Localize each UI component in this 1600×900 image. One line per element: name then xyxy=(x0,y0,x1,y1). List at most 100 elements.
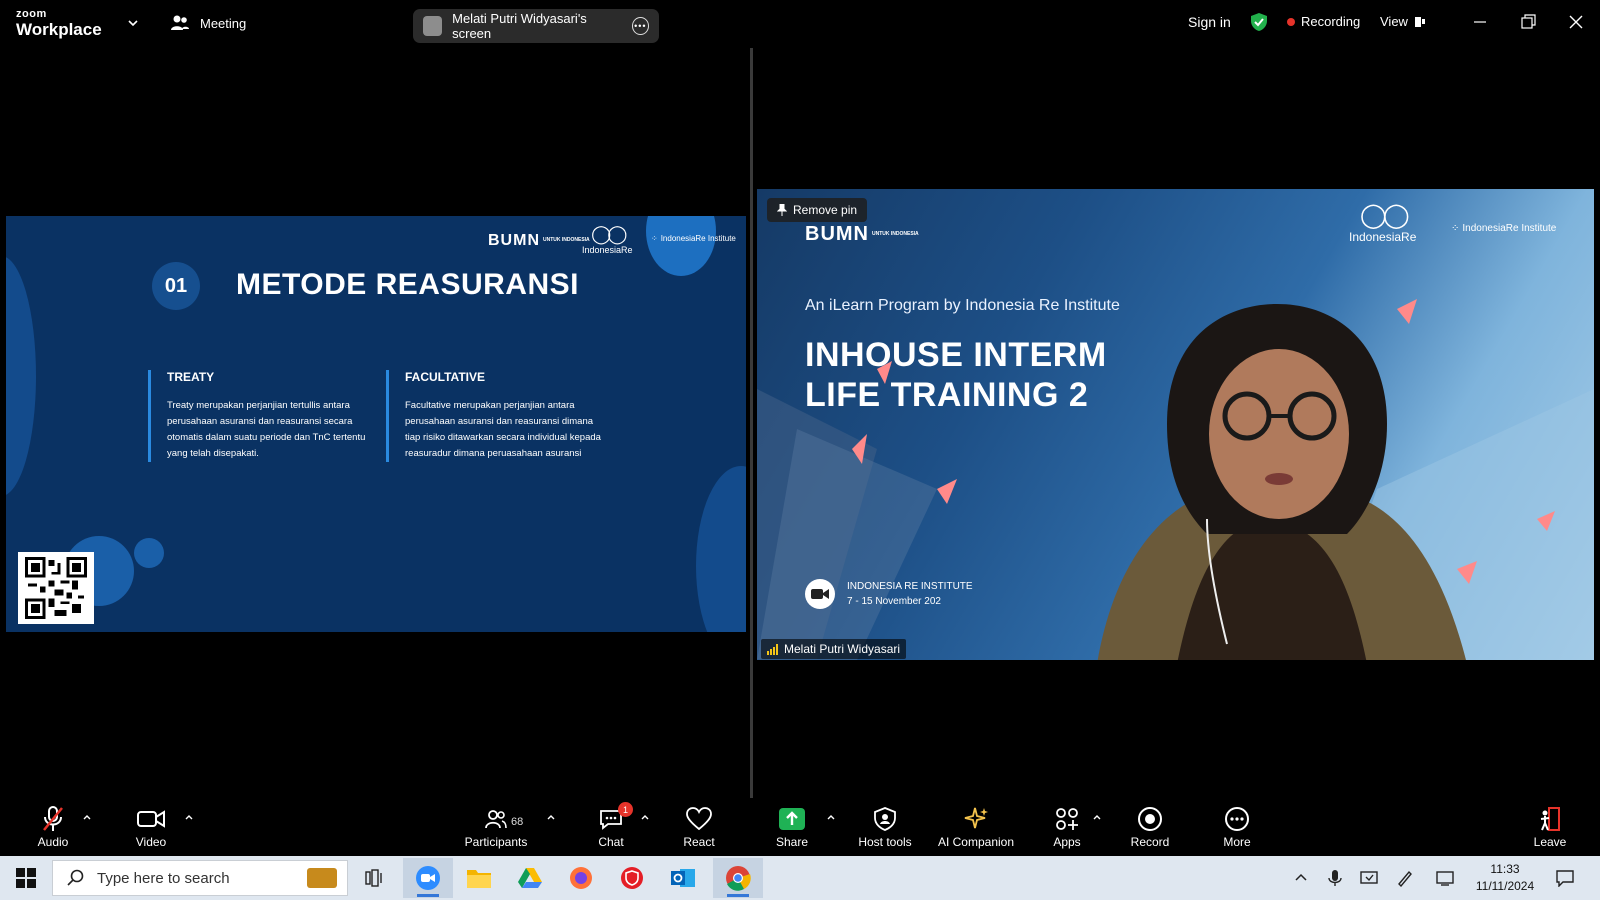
ai-companion-button[interactable]: AI Companion xyxy=(926,804,1026,849)
zoom-logo: zoom Workplace xyxy=(16,8,102,39)
taskbar-clock[interactable]: 11:33 11/11/2024 xyxy=(1465,861,1545,895)
sparkle-icon xyxy=(964,807,988,829)
outlook-icon[interactable] xyxy=(668,864,698,892)
clock-date: 11/11/2024 xyxy=(1475,879,1535,893)
chat-button[interactable]: 1 Chat xyxy=(566,802,656,849)
share-button[interactable]: Share xyxy=(747,804,837,849)
view-grid-icon xyxy=(1414,16,1425,27)
chat-unread-badge: 1 xyxy=(618,802,633,817)
video-institute-logo-text: IndonesiaRe Institute xyxy=(1462,223,1557,234)
more-button[interactable]: More xyxy=(1192,804,1282,849)
security-shield-icon[interactable] xyxy=(1250,12,1268,32)
notifications-icon[interactable] xyxy=(1556,869,1574,887)
task-view-icon[interactable] xyxy=(360,864,390,892)
tray-network-icon[interactable] xyxy=(1436,869,1454,887)
briefcase-icon xyxy=(307,868,337,888)
chevron-down-icon[interactable] xyxy=(126,16,140,30)
participants-icon xyxy=(485,810,507,829)
meeting-info-button[interactable]: Meeting xyxy=(170,14,246,32)
close-icon[interactable] xyxy=(1566,12,1586,32)
tray-pen-icon[interactable] xyxy=(1396,869,1414,887)
slide-title: METODE REASURANSI xyxy=(236,268,579,301)
participants-button[interactable]: 68 Participants xyxy=(451,804,541,849)
video-camera-icon xyxy=(137,810,165,828)
indonesiare-logo-text: IndonesiaRe xyxy=(582,245,633,255)
record-label: Record xyxy=(1130,835,1170,849)
video-indonesiare-rings-icon: ◯◯ xyxy=(1359,202,1410,229)
remove-pin-label: Remove pin xyxy=(793,203,858,217)
title-bar: zoom Workplace Meeting Melati Putri Widy… xyxy=(0,0,1600,48)
google-drive-icon[interactable] xyxy=(515,864,545,892)
audio-options-chevron-icon[interactable] xyxy=(82,812,92,822)
taskbar-search-input[interactable]: Type here to search xyxy=(52,860,348,896)
record-icon xyxy=(1138,807,1162,831)
restore-icon[interactable] xyxy=(1518,12,1538,32)
chrome-icon[interactable] xyxy=(713,858,763,898)
host-tools-button[interactable]: Host tools xyxy=(840,804,930,849)
sign-in-button[interactable]: Sign in xyxy=(1188,14,1231,30)
facultative-text: Facultative merupakan perjanjian antara … xyxy=(405,400,601,459)
bumn-logo-text: BUMN xyxy=(488,232,540,249)
host-shield-icon xyxy=(874,807,896,831)
video-button[interactable]: Video xyxy=(106,804,196,849)
meeting-label: Meeting xyxy=(200,15,247,31)
remove-pin-button[interactable]: Remove pin xyxy=(767,198,868,222)
video-options-chevron-icon[interactable] xyxy=(184,812,194,822)
facultative-column: FACULTATIVE Facultative merupakan perjan… xyxy=(386,370,601,462)
share-options-chevron-icon[interactable] xyxy=(826,812,836,822)
chevron-up-icon[interactable] xyxy=(1292,869,1310,887)
meeting-people-icon xyxy=(171,15,189,30)
leave-button[interactable]: Leave xyxy=(1505,804,1595,849)
file-explorer-icon[interactable] xyxy=(464,864,494,892)
host-tools-label: Host tools xyxy=(858,835,912,849)
chat-options-chevron-icon[interactable] xyxy=(640,812,650,822)
heart-icon xyxy=(686,807,712,831)
participants-options-chevron-icon[interactable] xyxy=(546,812,556,822)
screen-share-label: Melati Putri Widyasari's screen xyxy=(452,11,587,41)
more-label: More xyxy=(1223,835,1251,849)
participants-label: Participants xyxy=(464,835,528,849)
tray-microphone-icon[interactable] xyxy=(1326,869,1344,887)
more-options-icon[interactable]: ••• xyxy=(631,17,649,35)
react-button[interactable]: React xyxy=(654,804,744,849)
view-button[interactable]: View xyxy=(1380,14,1426,29)
video-indonesiare-logo: ◯◯ IndonesiaRe xyxy=(1349,201,1416,244)
video-label: Video xyxy=(135,835,167,849)
video-institute-info: INDONESIA RE INSTITUTE 7 - 15 November 2… xyxy=(805,579,973,609)
apps-button[interactable]: Apps xyxy=(1022,804,1112,849)
institute-logo-text: IndonesiaRe Institute xyxy=(660,234,736,243)
decor-shape xyxy=(134,538,164,568)
windows-start-icon[interactable] xyxy=(16,868,36,888)
pinned-participant-video[interactable]: Remove pin BUMN UNTUK INDONESIA ◯◯ Indone… xyxy=(757,189,1594,660)
meeting-toolbar: Audio Video 68 Participants 1 Chat React… xyxy=(0,798,1600,856)
zoom-app-icon[interactable] xyxy=(403,858,453,898)
record-button[interactable]: Record xyxy=(1105,804,1195,849)
shared-screen-slide: BUMN UNTUK INDONESIA ◯◯ IndonesiaRe ⁘ Ind… xyxy=(6,216,746,632)
recording-dot-icon xyxy=(1287,17,1295,26)
slide-number: 01 xyxy=(152,262,200,310)
apps-options-chevron-icon[interactable] xyxy=(1092,812,1102,822)
microphone-muted-icon xyxy=(43,806,63,831)
security-app-icon[interactable] xyxy=(617,864,647,892)
recording-indicator[interactable]: Recording xyxy=(1287,14,1360,29)
institute-logo: ⁘ IndonesiaRe Institute xyxy=(651,234,736,243)
tray-display-icon[interactable] xyxy=(1360,869,1378,887)
gallery-divider[interactable] xyxy=(750,48,753,798)
institute-name: INDONESIA RE INSTITUTE xyxy=(847,581,973,592)
brand-top: zoom xyxy=(16,8,47,20)
participants-count: 68 xyxy=(511,816,524,828)
more-icon xyxy=(1225,807,1249,831)
qr-code xyxy=(18,552,94,624)
camera-icon xyxy=(805,579,835,609)
firefox-icon[interactable] xyxy=(566,864,596,892)
connection-signal-icon xyxy=(767,643,778,655)
leave-door-icon xyxy=(1540,807,1560,831)
audio-button[interactable]: Audio xyxy=(8,804,98,849)
treaty-heading: TREATY xyxy=(167,370,215,384)
screen-share-pill[interactable]: Melati Putri Widyasari's screen ••• xyxy=(413,9,659,43)
minimize-icon[interactable] xyxy=(1470,12,1490,32)
bumn-logo: BUMN UNTUK INDONESIA xyxy=(488,232,590,250)
leave-label: Leave xyxy=(1533,835,1567,849)
treaty-text: Treaty merupakan perjanjian tertullis an… xyxy=(167,400,366,459)
video-institute-logo: ⁘ IndonesiaRe Institute xyxy=(1451,223,1556,234)
